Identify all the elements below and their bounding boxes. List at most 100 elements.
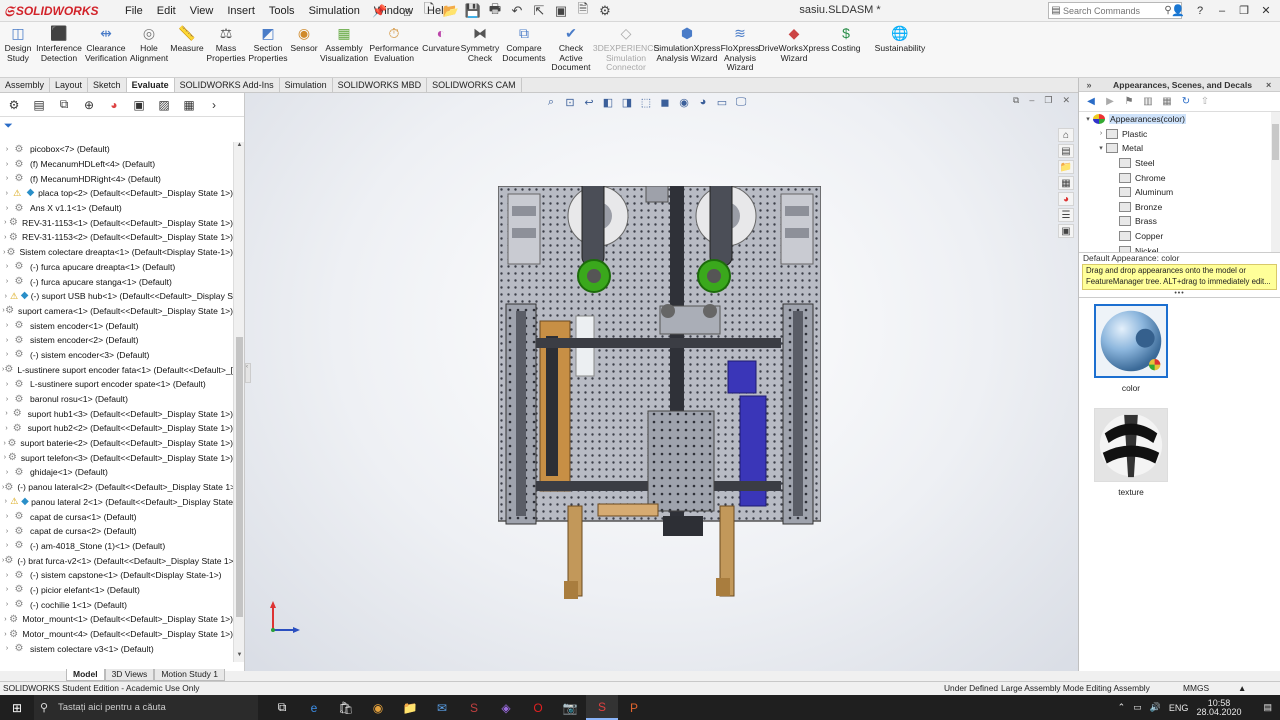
measure-button[interactable]: 📏 Measure: [170, 25, 204, 54]
close-icon[interactable]: ✕: [1258, 2, 1274, 19]
costing-button[interactable]: $ Costing: [830, 25, 862, 54]
menu-simulation[interactable]: Simulation: [302, 5, 367, 17]
pin-icon[interactable]: 📌: [372, 4, 387, 18]
expand-arrow-icon[interactable]: ›: [2, 293, 10, 300]
tree-item[interactable]: › ⚙ sistem colectare v3<1> (Default): [0, 641, 233, 656]
view-orientation-icon[interactable]: ⬚: [638, 94, 654, 110]
view-palette-icon[interactable]: ▦: [1058, 176, 1074, 190]
expand-arrow-icon[interactable]: ›: [2, 616, 9, 623]
tree-item[interactable]: › ⚙ Ans X v1.1<1> (Default): [0, 201, 233, 216]
configuration-manager-icon[interactable]: ⧉: [54, 96, 74, 114]
tree-item[interactable]: › ⚙ L-sustinere suport encoder fata<1> (De…: [0, 362, 233, 377]
select-icon[interactable]: ⇱: [530, 2, 548, 20]
appearance-tree-item[interactable]: Bronze: [1079, 200, 1280, 215]
tree-item[interactable]: › ⚙ Motor_mount<1> (Default<<Default>_Disp…: [0, 612, 233, 627]
tree-item[interactable]: › ⚙ (f) MecanumHDLeft<4> (Default): [0, 157, 233, 172]
sustainability-button[interactable]: 🌐 Sustainability: [874, 25, 926, 54]
zoom-to-fit-icon[interactable]: ⌕: [543, 94, 559, 110]
view-settings-icon[interactable]: 🖵: [733, 94, 749, 110]
viewport-close-icon[interactable]: ✕: [1062, 95, 1070, 106]
curvature-button[interactable]: ◐ Curvature: [422, 25, 460, 54]
tab-motion-study[interactable]: Motion Study 1: [154, 669, 226, 681]
custom-properties-icon[interactable]: ☰: [1058, 208, 1074, 222]
file-properties-icon[interactable]: 🗎: [574, 1, 592, 20]
tree-item[interactable]: › ⚙ (-) panou lateral<2> (Default<<Default…: [0, 480, 233, 495]
search-dropdown-icon[interactable]: ▤: [1049, 5, 1063, 16]
network-icon[interactable]: ▭: [1133, 702, 1142, 713]
assembly-model-graphic[interactable]: [498, 186, 821, 606]
expand-arrow-icon[interactable]: ›: [2, 381, 12, 388]
volume-icon[interactable]: 🔊: [1150, 702, 1161, 713]
expand-arrow-icon[interactable]: ›: [2, 161, 12, 168]
tab-evaluate[interactable]: Evaluate: [126, 78, 175, 92]
menu-edit[interactable]: Edit: [150, 5, 183, 17]
taskbar-search-box[interactable]: ⚲ Tastați aici pentru a căuta: [34, 695, 258, 720]
save-icon[interactable]: 💾: [464, 2, 482, 20]
cam-tool-tree-icon[interactable]: ▦: [179, 96, 199, 114]
expand-arrow-icon[interactable]: ›: [2, 469, 12, 476]
expand-arrow-icon[interactable]: ›: [2, 498, 10, 505]
unit-system-selector[interactable]: MMGS: [1183, 682, 1209, 695]
tray-overflow-icon[interactable]: ⌃: [1118, 702, 1126, 713]
tree-item[interactable]: › ⚙ (-) furca apucare dreapta<1> (Default): [0, 260, 233, 275]
notifications-icon[interactable]: ▤: [1263, 702, 1272, 713]
driveworksxpress-button[interactable]: ◆ DriveWorksXpress Wizard: [759, 25, 830, 63]
tree-item[interactable]: › ⚙ (-) picior elefant<1> (Default): [0, 583, 233, 598]
appearance-tree-item[interactable]: Chrome: [1079, 170, 1280, 185]
tree-item[interactable]: › ⚙ (-) am-4018_Stone (1)<1> (Default): [0, 539, 233, 554]
tree-item[interactable]: › ⚙ suport hub2<2> (Default<<Default>_Disp…: [0, 421, 233, 436]
mail-icon[interactable]: ✉: [426, 695, 458, 720]
tab-layout[interactable]: Layout: [50, 78, 89, 92]
new-document-icon[interactable]: 🗋: [420, 1, 438, 20]
section-properties-button[interactable]: ◩ Section Properties: [248, 25, 288, 63]
forward-icon[interactable]: ▶: [1103, 95, 1117, 109]
edit-appearance-icon[interactable]: ◕: [695, 94, 711, 110]
sensor-button[interactable]: ◉ Sensor: [290, 25, 318, 54]
solidworks-resources-icon[interactable]: ⌂: [1058, 128, 1074, 142]
swatch-color[interactable]: color: [1093, 304, 1169, 393]
expand-arrow-icon[interactable]: ›: [2, 263, 12, 270]
tab-model[interactable]: Model: [66, 669, 105, 681]
solidworks-2018-icon[interactable]: S: [458, 695, 490, 720]
hide-show-items-icon[interactable]: ◉: [676, 94, 692, 110]
file-explorer-icon[interactable]: 📁: [394, 695, 426, 720]
help-icon[interactable]: ?: [1192, 2, 1208, 19]
open-icon[interactable]: 📂: [442, 2, 460, 20]
tab-assembly[interactable]: Assembly: [0, 78, 51, 92]
check-active-document-button[interactable]: ✔ Check Active Document: [548, 25, 594, 73]
task-pane-collapse-icon[interactable]: »: [1079, 80, 1099, 90]
expand-arrow-icon[interactable]: ›: [2, 645, 12, 652]
display-style-icon[interactable]: ◼: [657, 94, 673, 110]
tree-item[interactable]: › ⚙ (-) cochilie 1<1> (Default): [0, 597, 233, 612]
appearances-tree-scrollbar[interactable]: [1271, 112, 1280, 252]
scroll-up-icon[interactable]: ▲: [234, 142, 245, 152]
tab-solidworks-cam[interactable]: SOLIDWORKS CAM: [427, 78, 522, 92]
clock[interactable]: 10:58 28.04.2020: [1196, 698, 1249, 717]
home-icon[interactable]: ⌂: [398, 2, 416, 20]
tree-item[interactable]: › ⚙ Motor_mount<4> (Default<<Default>_Disp…: [0, 627, 233, 642]
3dx-marketplace-icon[interactable]: ▣: [1058, 224, 1074, 238]
expand-arrow-icon[interactable]: ›: [2, 175, 12, 182]
dynamic-annotation-icon[interactable]: ◨: [619, 94, 635, 110]
expand-arrow-icon[interactable]: ›: [1096, 130, 1106, 137]
pane-splitter[interactable]: •••: [1079, 290, 1280, 298]
mass-properties-button[interactable]: ⚖ Mass Properties: [206, 25, 246, 63]
minimize-icon[interactable]: –: [1214, 2, 1230, 19]
print-icon[interactable]: 🖶: [486, 1, 504, 20]
tree-item[interactable]: › ⚠ ◆ (-) suport USB hub<1> (Default<<Defau…: [0, 289, 233, 304]
scroll-down-icon[interactable]: ▼: [234, 652, 245, 662]
expand-arrow-icon[interactable]: ›: [2, 631, 9, 638]
tab-simulation[interactable]: Simulation: [280, 78, 333, 92]
hole-alignment-button[interactable]: ◎ Hole Alignment: [130, 25, 168, 63]
expand-arrow-icon[interactable]: ›: [2, 219, 9, 226]
clearance-verification-button[interactable]: ⇹ Clearance Verification: [84, 25, 128, 63]
display-manager-icon[interactable]: ◕: [104, 96, 124, 114]
design-library-icon[interactable]: ▤: [1058, 144, 1074, 158]
tree-item[interactable]: › ⚙ picobox<7> (Default): [0, 142, 233, 157]
refresh-icon[interactable]: ↻: [1179, 95, 1193, 109]
tree-item[interactable]: › ⚙ REV-31-1153<2> (Default<<Default>_Disp…: [0, 230, 233, 245]
swatch-texture[interactable]: texture: [1093, 408, 1169, 497]
expand-arrow-icon[interactable]: ›: [2, 396, 12, 403]
folder-icon[interactable]: ▦: [1160, 95, 1174, 109]
viewport-restore-icon[interactable]: ❐: [1044, 95, 1052, 106]
